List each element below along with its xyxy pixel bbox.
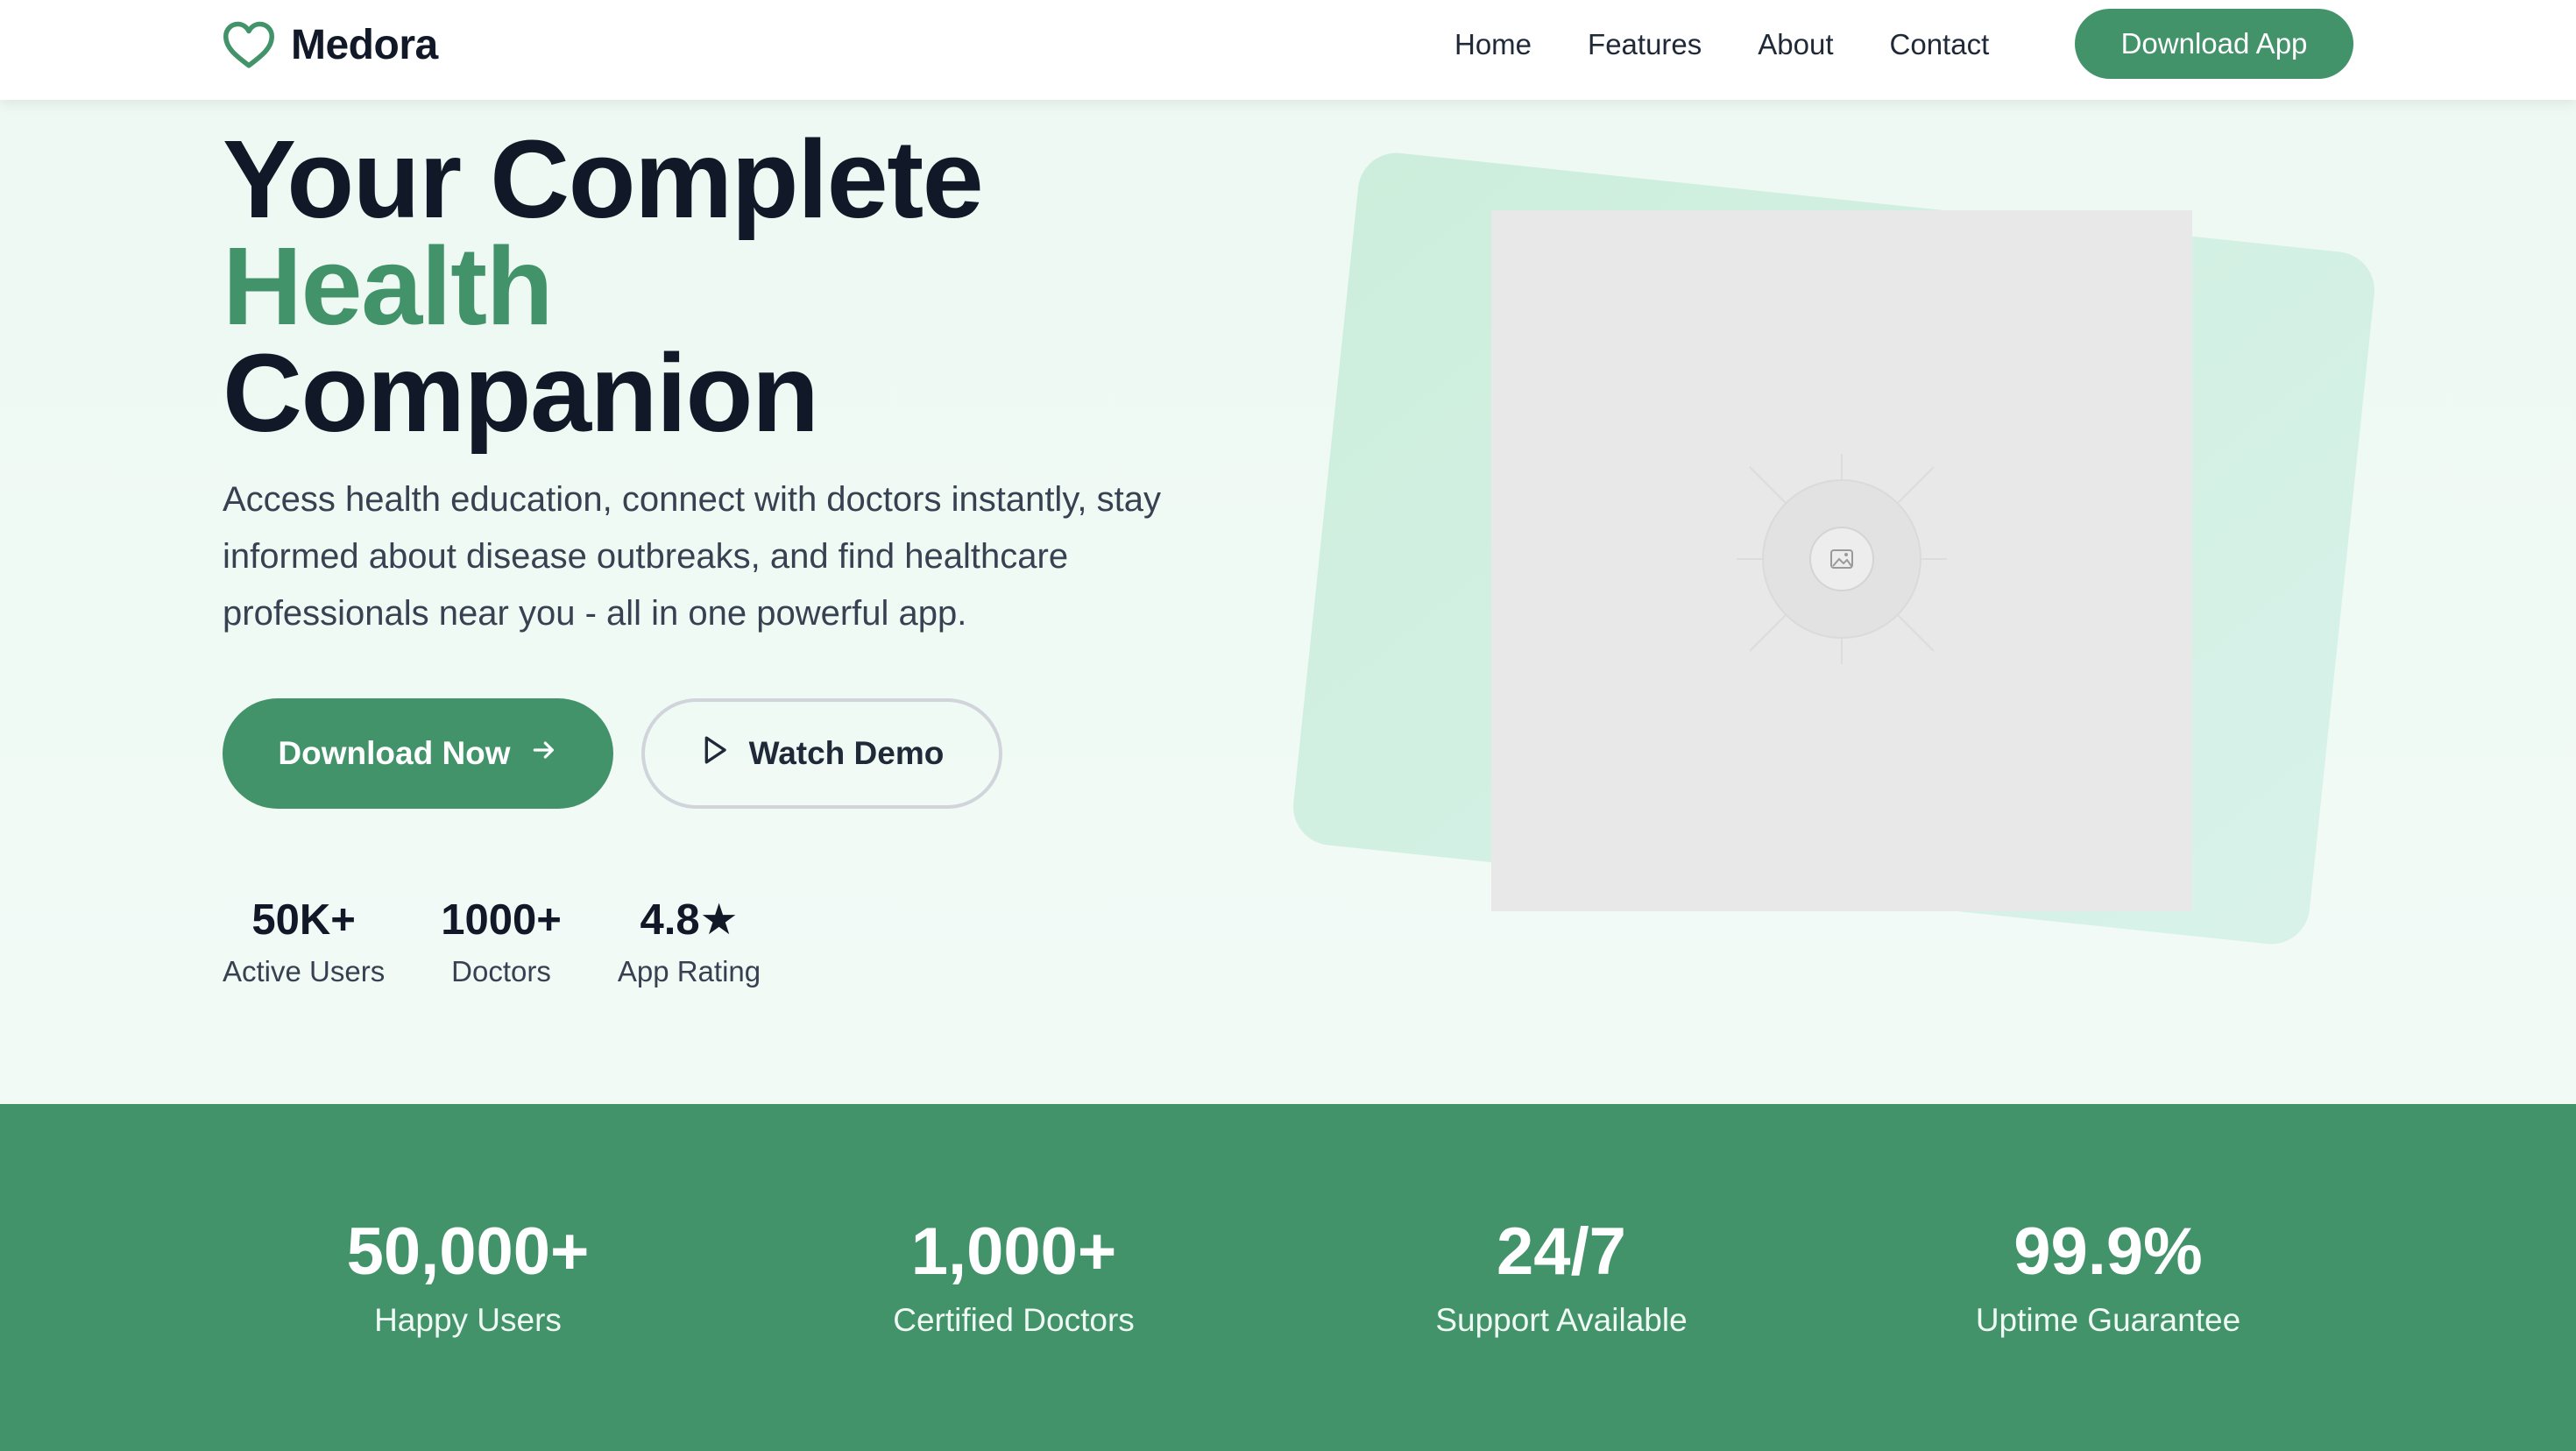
stat-value: 24/7 xyxy=(1497,1214,1626,1289)
download-app-button[interactable]: Download App xyxy=(2075,9,2353,79)
main-nav: Home Features About Contact xyxy=(1454,23,1989,67)
mini-stat-label: App Rating xyxy=(617,955,761,987)
watch-demo-button[interactable]: Watch Demo xyxy=(641,698,1002,809)
brand-logo[interactable]: Medora xyxy=(223,18,438,72)
stat-label: Happy Users xyxy=(374,1302,562,1338)
watch-demo-label: Watch Demo xyxy=(748,735,945,771)
stat-uptime: 99.9% Uptime Guarantee xyxy=(1863,1213,2353,1339)
mini-stat-label: Active Users xyxy=(223,955,386,987)
mini-stat-doctors: 1000+ Doctors xyxy=(441,895,562,1001)
mini-stat-value: 4.8★ xyxy=(640,896,739,944)
nav-home[interactable]: Home xyxy=(1454,28,1532,61)
hero-title-line-1: Your Complete xyxy=(223,117,984,241)
mini-stat-rating: 4.8★ App Rating xyxy=(618,895,761,1001)
stats-band: 50,000+ Happy Users 1,000+ Certified Doc… xyxy=(0,1104,2576,1451)
hero-section: Your Complete Health Companion Access he… xyxy=(0,100,2576,1104)
stat-support: 24/7 Support Available xyxy=(1316,1213,1807,1339)
mini-stat-value: 50K+ xyxy=(251,896,356,944)
download-now-button[interactable]: Download Now xyxy=(223,698,613,809)
mini-stat-users: 50K+ Active Users xyxy=(223,895,385,1001)
mini-stat-label: Doctors xyxy=(451,955,551,987)
hero-title-line-3: Companion xyxy=(223,331,819,455)
heart-icon xyxy=(223,20,275,69)
stat-happy-users: 50,000+ Happy Users xyxy=(223,1213,713,1339)
stat-label: Uptime Guarantee xyxy=(1975,1302,2241,1338)
image-placeholder-icon xyxy=(1737,453,1947,669)
nav-features[interactable]: Features xyxy=(1588,28,1702,61)
nav-contact[interactable]: Contact xyxy=(1890,28,1990,61)
play-icon xyxy=(700,734,730,774)
stat-value: 99.9% xyxy=(2013,1214,2203,1289)
hero-title-accent: Health xyxy=(223,224,554,348)
download-now-label: Download Now xyxy=(278,735,511,771)
brand-name: Medora xyxy=(291,21,438,68)
stat-certified-doctors: 1,000+ Certified Doctors xyxy=(768,1213,1259,1339)
arrow-right-icon xyxy=(530,735,558,772)
stat-value: 50,000+ xyxy=(346,1214,590,1289)
hero-title: Your Complete Health Companion xyxy=(223,117,1274,455)
hero-mini-stats: 50K+ Active Users 1000+ Doctors 4.8★ App… xyxy=(223,895,761,1001)
mini-stat-value: 1000+ xyxy=(441,896,562,944)
stat-value: 1,000+ xyxy=(910,1214,1117,1289)
hero-subtitle: Access health education, connect with do… xyxy=(223,480,1161,633)
hero-image xyxy=(1491,210,2192,911)
nav-about[interactable]: About xyxy=(1758,28,1833,61)
stat-label: Certified Doctors xyxy=(893,1302,1135,1338)
stat-label: Support Available xyxy=(1435,1302,1688,1338)
site-header: Medora Home Features About Contact Downl… xyxy=(0,0,2576,100)
